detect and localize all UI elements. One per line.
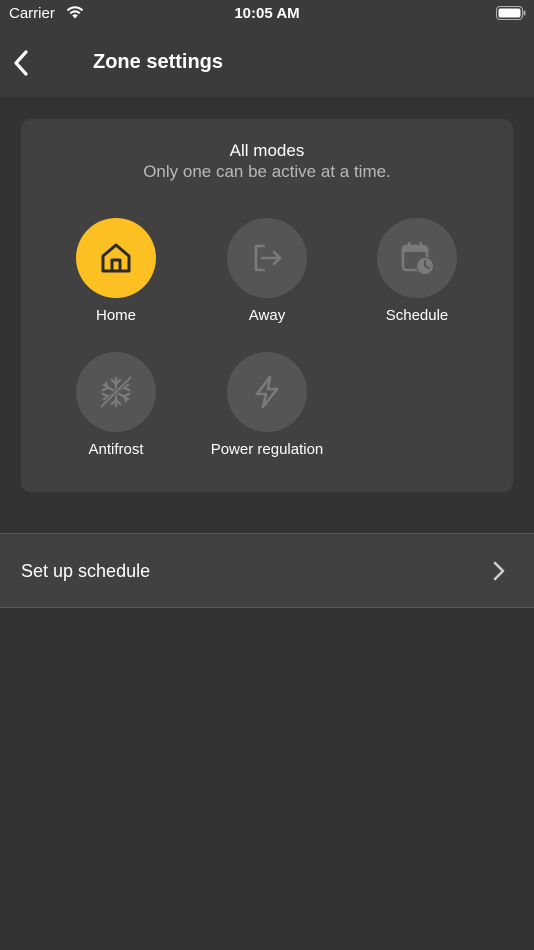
mode-away-circle[interactable] (227, 218, 307, 298)
modes-card: All modes Only one can be active at a ti… (21, 119, 513, 492)
page-title: Zone settings (93, 51, 224, 73)
calendar-clock-icon (401, 241, 434, 275)
logout-icon (254, 244, 282, 272)
mode-label: Schedule (385, 307, 449, 324)
mode-home-circle[interactable] (76, 218, 156, 298)
mode-power-regulation[interactable]: Power regulation (192, 352, 342, 458)
modes-card-subtitle: Only one can be active at a time. (143, 162, 391, 181)
chevron-left-icon (14, 50, 28, 76)
mode-label: Away (248, 307, 286, 324)
battery-icon (496, 6, 526, 20)
mode-schedule[interactable]: Schedule (342, 218, 492, 324)
mode-antifrost[interactable]: Antifrost (41, 352, 191, 458)
mode-label: Antifrost (88, 441, 144, 458)
mode-home[interactable]: Home (41, 218, 191, 324)
set-up-schedule-row[interactable]: Set up schedule (0, 533, 534, 608)
mode-label: Home (95, 307, 136, 324)
modes-card-title: All modes (229, 141, 305, 160)
mode-schedule-circle[interactable] (377, 218, 457, 298)
home-icon (101, 243, 131, 273)
chevron-right-icon (493, 561, 505, 581)
nav-bar: Zone settings (0, 28, 534, 99)
mode-power-regulation-circle[interactable] (227, 352, 307, 432)
set-up-schedule-label: Set up schedule (21, 561, 151, 581)
mode-antifrost-circle[interactable] (76, 352, 156, 432)
status-bar: Carrier 10:05 AM (0, 0, 534, 28)
lightning-icon (255, 375, 279, 409)
mode-label: Power regulation (210, 441, 324, 458)
mode-away[interactable]: Away (192, 218, 342, 324)
snowflake-icon (99, 375, 133, 409)
back-button[interactable] (6, 46, 36, 80)
status-time: 10:05 AM (234, 5, 300, 22)
